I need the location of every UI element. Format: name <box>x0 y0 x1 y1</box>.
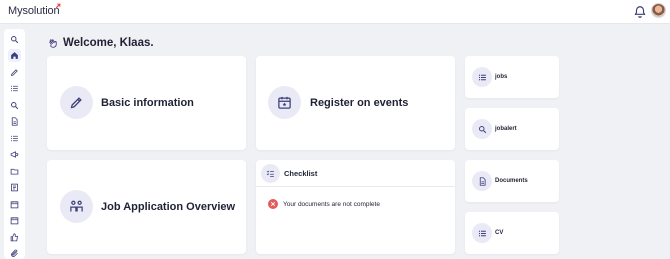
card-title: Register on events <box>310 97 409 109</box>
sidebar <box>4 29 25 259</box>
quicklink-icon-circle <box>472 67 492 87</box>
search-icon <box>478 125 486 133</box>
sidebar-item-form[interactable] <box>8 181 21 194</box>
welcome-header: Welcome, Klaas. <box>48 37 154 49</box>
quicklink-icon-circle <box>472 119 492 139</box>
calendar-icon <box>10 217 19 225</box>
card-icon-circle <box>60 86 93 119</box>
card-icon-circle <box>60 190 93 223</box>
quicklink-cv[interactable]: CV <box>465 212 559 254</box>
sidebar-item-documents[interactable] <box>8 115 21 128</box>
app-logo[interactable]: Mysolution <box>8 5 60 17</box>
search-icon <box>11 36 19 44</box>
sidebar-item-search-2[interactable] <box>8 99 21 112</box>
sidebar-item-likes[interactable] <box>8 231 21 244</box>
logo-mark <box>55 3 61 11</box>
quicklink-label: jobs <box>495 74 508 80</box>
quicklink-label: CV <box>495 230 504 236</box>
bell-icon[interactable] <box>633 5 647 19</box>
list-icon <box>10 135 18 142</box>
list-icon <box>478 230 486 236</box>
quicklink-label: Documents <box>495 178 528 184</box>
form-icon <box>11 183 18 192</box>
error-icon <box>268 199 278 209</box>
checklist-item[interactable]: Your documents are not complete <box>268 199 380 209</box>
sidebar-item-list[interactable] <box>8 82 21 95</box>
checklist-header: Checklist <box>256 160 455 187</box>
card-register-events[interactable]: Register on events <box>256 56 455 150</box>
quicklink-icon-circle <box>472 171 492 191</box>
sidebar-item-list-2[interactable] <box>8 132 21 145</box>
sidebar-item-home[interactable] <box>8 49 21 62</box>
sidebar-item-edit[interactable] <box>8 66 21 79</box>
sidebar-item-calendar-2[interactable] <box>8 214 21 227</box>
card-basic-information[interactable]: Basic information <box>47 56 246 150</box>
card-icon-circle <box>268 86 301 119</box>
list-icon <box>10 85 18 92</box>
home-icon <box>11 52 18 59</box>
checklist-icon-circle <box>261 164 280 183</box>
megaphone-icon <box>10 151 19 158</box>
quicklink-label: jobalert <box>495 126 517 132</box>
sidebar-item-folder[interactable] <box>8 165 21 178</box>
pen-icon <box>10 69 18 77</box>
card-checklist: Checklist Your documents are not complet… <box>256 160 455 254</box>
card-job-application-overview[interactable]: Job Application Overview <box>47 160 246 254</box>
calendar-icon <box>10 201 19 209</box>
folder-icon <box>10 168 19 175</box>
list-icon <box>478 74 486 80</box>
checklist-title: Checklist <box>284 169 318 178</box>
card-title: Basic information <box>101 97 194 109</box>
sidebar-item-calendar[interactable] <box>8 198 21 211</box>
document-icon <box>479 176 486 186</box>
quicklink-jobalert[interactable]: jobalert <box>465 108 559 150</box>
people-icon <box>70 200 83 212</box>
quicklink-icon-circle <box>472 223 492 243</box>
checklist-item-text: Your documents are not complete <box>283 200 380 208</box>
top-bar: Mysolution <box>0 0 670 24</box>
thumbs-up-icon <box>10 233 18 242</box>
card-title: Job Application Overview <box>101 201 236 213</box>
sidebar-item-campaigns[interactable] <box>8 148 21 161</box>
quicklink-jobs[interactable]: jobs <box>465 56 559 98</box>
sidebar-item-search[interactable] <box>8 33 21 46</box>
search-icon <box>11 102 19 110</box>
quicklink-documents[interactable]: Documents <box>465 160 559 202</box>
calendar-icon <box>278 96 291 109</box>
avatar[interactable] <box>651 3 666 18</box>
sidebar-item-attachments[interactable] <box>8 247 21 259</box>
page-title: Welcome, Klaas. <box>63 37 154 49</box>
wave-hand-icon <box>49 38 57 48</box>
checklist-icon <box>266 170 274 177</box>
pen-icon <box>70 97 82 109</box>
paperclip-icon <box>11 249 18 257</box>
document-icon <box>11 117 18 126</box>
